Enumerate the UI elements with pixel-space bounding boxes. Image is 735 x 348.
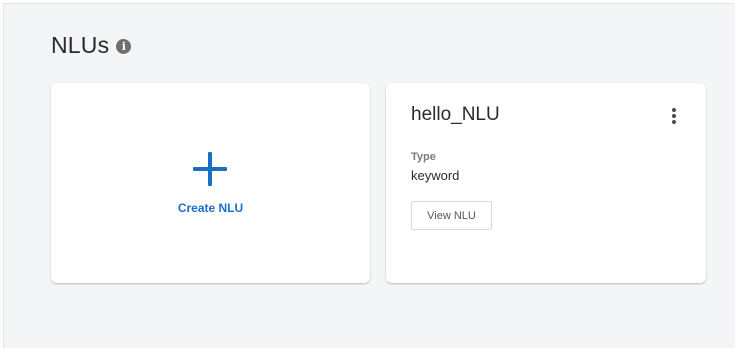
info-icon[interactable]: i: [116, 39, 132, 54]
nlus-panel: NLUs i Create NLU hello_NLU Type keyword…: [3, 3, 735, 348]
view-nlu-button[interactable]: View NLU: [411, 201, 492, 230]
plus-icon: [193, 152, 227, 186]
nlu-type-value: keyword: [411, 168, 460, 183]
nlu-name: hello_NLU: [411, 104, 500, 125]
create-nlu-card[interactable]: Create NLU: [51, 83, 370, 283]
nlu-card: hello_NLU Type keyword View NLU: [386, 83, 706, 283]
create-nlu-label: Create NLU: [177, 201, 244, 215]
nlu-type-label: Type: [411, 151, 436, 163]
page-title: NLUs: [51, 32, 110, 58]
kebab-menu-icon[interactable]: [669, 108, 679, 126]
page-header: NLUs i: [51, 32, 132, 59]
